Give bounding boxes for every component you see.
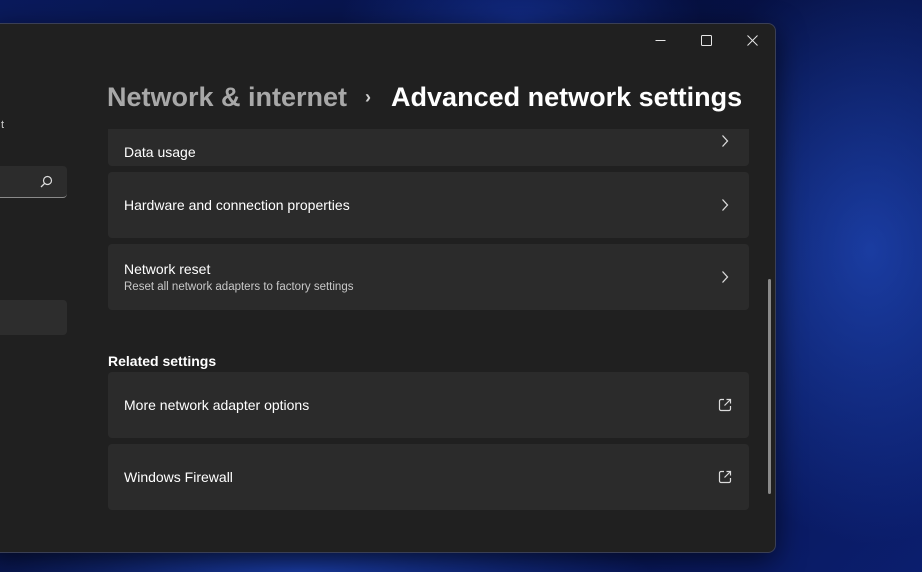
settings-window: t Network & internet › Advanced network … [0, 23, 776, 553]
external-link-icon [718, 398, 732, 412]
chevron-right-icon [722, 271, 729, 283]
item-title: More network adapter options [124, 397, 310, 413]
item-title: Data usage [124, 144, 196, 160]
maximize-button[interactable] [683, 24, 729, 56]
vertical-scrollbar[interactable] [768, 279, 771, 494]
page-title: Advanced network settings [391, 82, 743, 112]
window-controls [637, 24, 775, 56]
breadcrumb-parent[interactable]: Network & internet [107, 82, 347, 113]
close-icon [746, 34, 758, 46]
item-subtitle: Reset all network adapters to factory se… [124, 281, 354, 293]
windows-firewall-item[interactable]: Windows Firewall [108, 444, 749, 510]
chevron-right-icon [722, 199, 729, 211]
sidebar-item-selected[interactable] [0, 300, 67, 335]
breadcrumb: Network & internet › Advanced network se… [107, 82, 742, 113]
settings-content: Data usage Hardware and connection prope… [108, 129, 749, 552]
network-reset-item[interactable]: Network reset Reset all network adapters… [108, 244, 749, 310]
navigation-pane: t [0, 24, 101, 552]
nav-text-fragment: t [1, 119, 5, 131]
item-title: Windows Firewall [124, 469, 233, 485]
data-usage-item[interactable]: Data usage [108, 129, 749, 166]
related-settings-heading: Related settings [108, 353, 217, 369]
search-input[interactable] [0, 166, 67, 198]
more-network-adapter-options-item[interactable]: More network adapter options [108, 372, 749, 438]
maximize-icon [700, 34, 712, 46]
external-link-icon [718, 470, 732, 484]
search-icon [40, 175, 53, 188]
minimize-icon [655, 39, 665, 41]
item-title: Hardware and connection properties [124, 197, 350, 213]
breadcrumb-separator-icon: › [365, 87, 372, 107]
minimize-button[interactable] [637, 24, 683, 56]
item-title: Network reset [124, 261, 211, 277]
chevron-right-icon [722, 135, 729, 147]
hardware-connection-properties-item[interactable]: Hardware and connection properties [108, 172, 749, 238]
close-button[interactable] [729, 24, 775, 56]
